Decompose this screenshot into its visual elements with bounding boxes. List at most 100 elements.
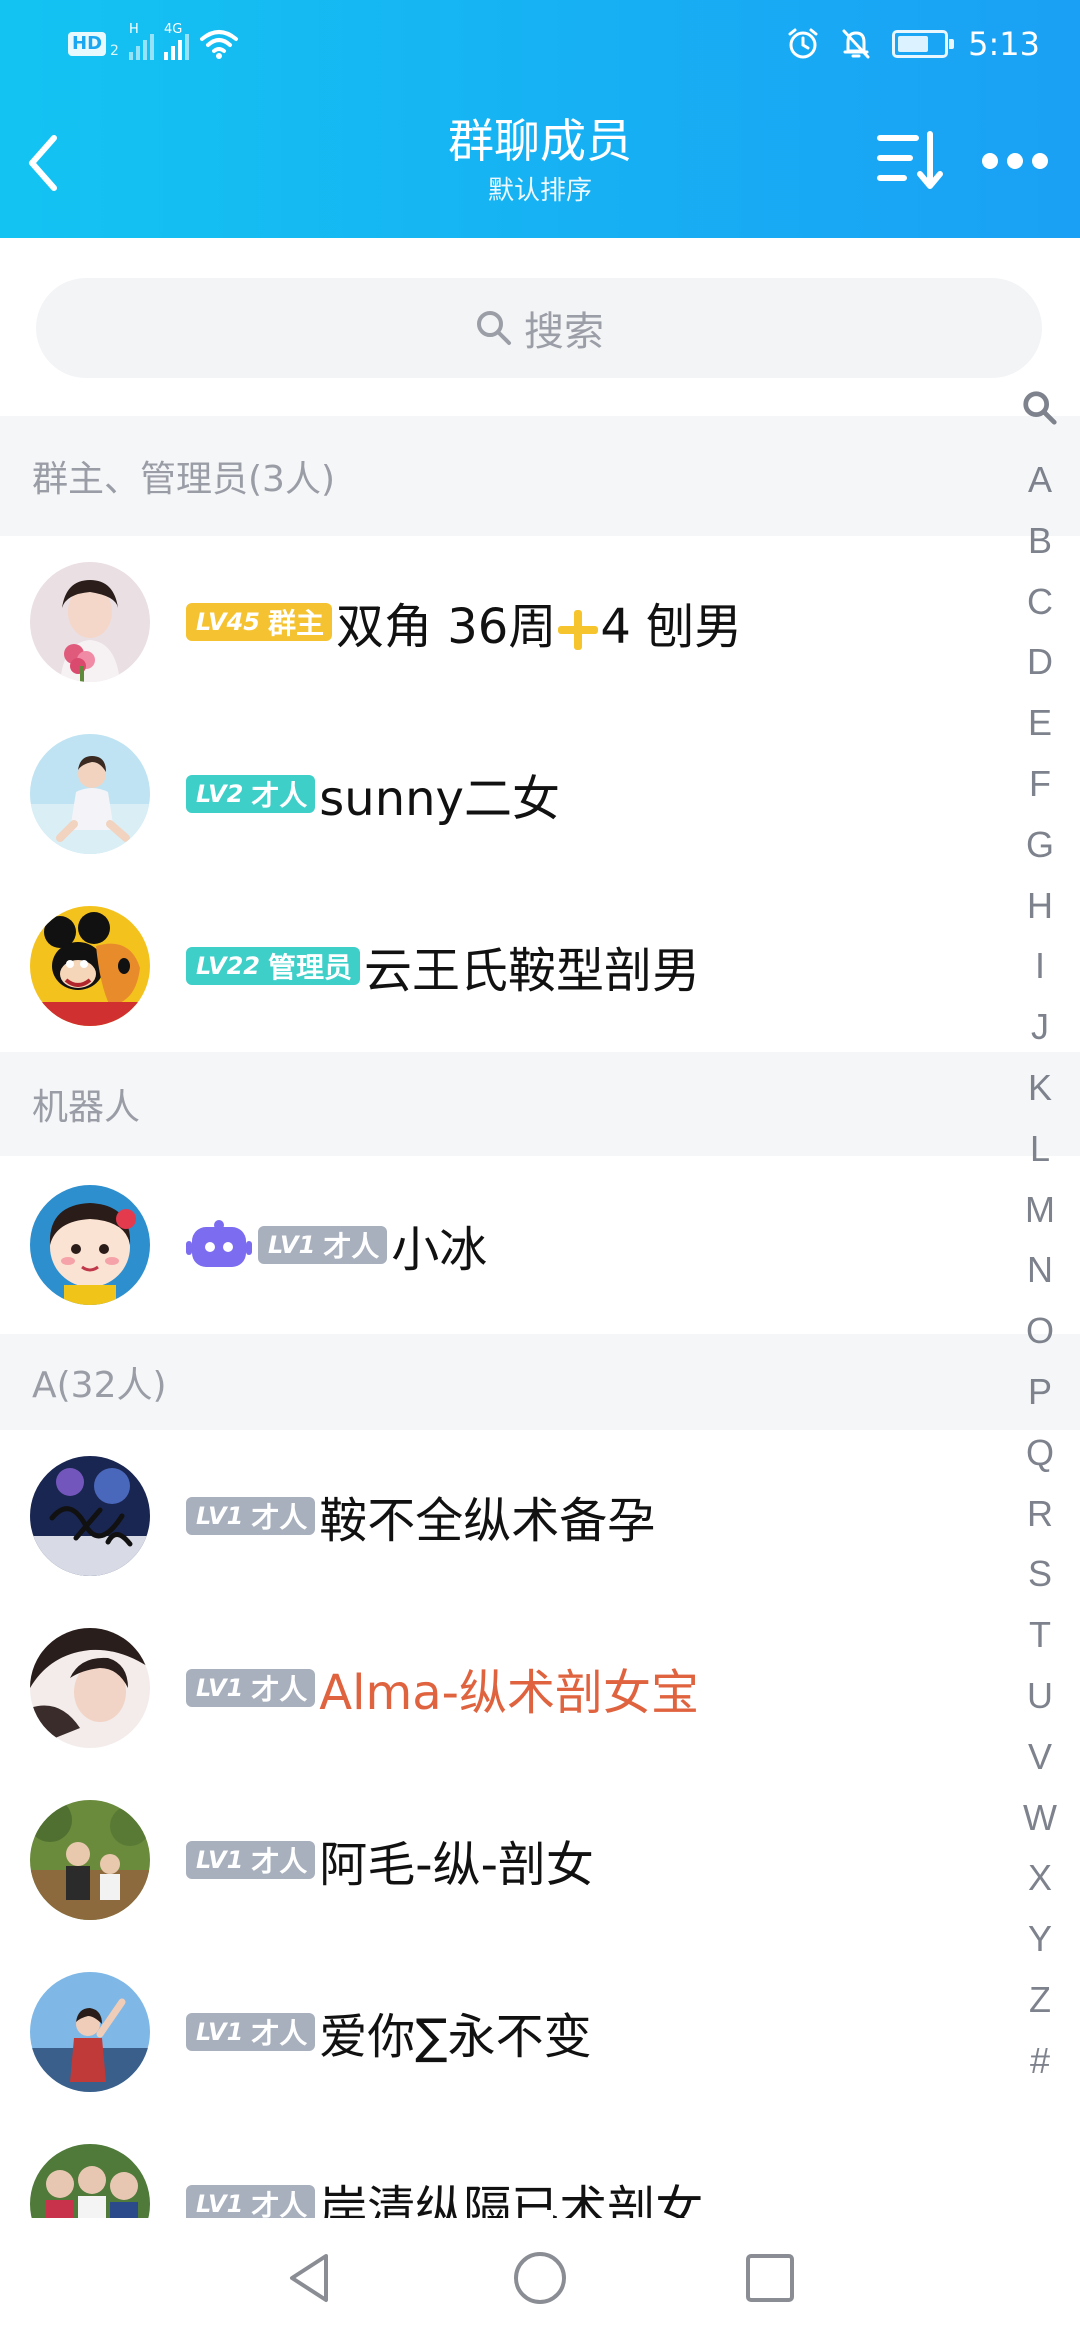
member-info: LV1 才人 Alma-纵术剖女宝 xyxy=(186,1648,699,1728)
role-label: 才人 xyxy=(251,2017,308,2050)
robot-icon xyxy=(186,1220,252,1267)
index-search-icon[interactable] xyxy=(1021,378,1059,438)
index-letter[interactable]: E xyxy=(1028,693,1052,754)
index-letter[interactable]: U xyxy=(1027,1666,1053,1727)
member-name-part-b: 4 刨男 xyxy=(600,599,743,655)
level-label: LV1 xyxy=(196,2018,244,2046)
member-info: LV1 才人 鞍不全纵术备孕 xyxy=(186,1476,655,1556)
index-letter[interactable]: D xyxy=(1027,632,1053,693)
index-letter[interactable]: Z xyxy=(1029,1970,1051,2031)
nav-back-icon[interactable] xyxy=(280,2248,340,2308)
index-letter[interactable]: L xyxy=(1030,1119,1050,1180)
member-info: LV45 群主 双角 36周 4 刨男 xyxy=(186,582,742,662)
avatar xyxy=(30,1456,150,1576)
member-row[interactable]: LV1 才人 Alma-纵术剖女宝 xyxy=(0,1602,1080,1774)
wifi-icon xyxy=(199,30,238,59)
member-row[interactable]: LV1 才人 阿毛-纵-剖女 xyxy=(0,1774,1080,1946)
section-header-robots: 机器人 xyxy=(0,1052,1080,1156)
index-letter[interactable]: T xyxy=(1029,1605,1051,1666)
mute-bell-icon xyxy=(842,29,870,59)
status-right: 5:13 xyxy=(786,20,1040,68)
hd-icon: HD xyxy=(68,32,107,56)
header-bar: HD 2 H 4G 5:13 群聊成员 默认排序 xyxy=(0,0,1080,238)
avatar xyxy=(30,1972,150,2092)
member-info: LV2 才人 sunny二女 xyxy=(186,754,560,834)
alarm-icon xyxy=(788,28,818,59)
member-info: LV22 管理员 云王氏鞍型剖男 xyxy=(186,926,700,1006)
status-left: HD 2 H 4G xyxy=(68,22,239,66)
member-name-part-a: 双角 36周 xyxy=(335,599,557,655)
index-letter[interactable]: X xyxy=(1028,1848,1052,1909)
role-label: 群主 xyxy=(267,607,324,640)
nav-home-icon[interactable] xyxy=(510,2248,570,2308)
member-row[interactable]: LV2 才人 sunny二女 xyxy=(0,708,1080,880)
index-letter[interactable]: A xyxy=(1028,450,1052,511)
member-name: 阿毛-纵-剖女 xyxy=(319,1837,594,1893)
member-name: Alma-纵术剖女宝 xyxy=(319,1665,699,1721)
member-info: LV1 才人 爱你∑永不变 xyxy=(186,1992,592,2072)
index-letter[interactable]: N xyxy=(1027,1240,1053,1301)
index-letter[interactable]: C xyxy=(1027,572,1053,633)
level-label: LV2 xyxy=(196,780,244,808)
member-row[interactable]: LV1 才人 小冰 xyxy=(0,1156,1080,1334)
status-bar: HD 2 H 4G 5:13 xyxy=(0,0,1080,90)
level-label: LV1 xyxy=(268,1231,316,1259)
level-badge: LV2 才人 xyxy=(186,775,316,813)
index-letter[interactable]: J xyxy=(1031,997,1049,1058)
member-row[interactable]: LV45 群主 双角 36周 4 刨男 xyxy=(0,536,1080,708)
index-letter[interactable]: Y xyxy=(1028,1909,1052,1970)
index-letter[interactable]: P xyxy=(1028,1362,1052,1423)
search-placeholder: 搜索 xyxy=(524,309,604,355)
member-row[interactable]: LV1 才人 鞍不全纵术备孕 xyxy=(0,1430,1080,1602)
index-letter[interactable]: Q xyxy=(1026,1423,1054,1484)
level-label: LV1 xyxy=(196,2190,244,2218)
level-badge: LV1 才人 xyxy=(186,1497,316,1535)
role-label: 才人 xyxy=(251,779,308,812)
network-type-4g: 4G xyxy=(163,22,183,37)
index-letter[interactable]: S xyxy=(1028,1544,1052,1605)
signal-2-icon: 4G xyxy=(163,22,189,60)
role-label: 才人 xyxy=(251,1845,308,1878)
search-input[interactable]: 搜索 xyxy=(36,278,1042,378)
member-row[interactable]: LV22 管理员 云王氏鞍型剖男 xyxy=(0,880,1080,1052)
index-letter[interactable]: G xyxy=(1026,815,1054,876)
index-letter[interactable]: I xyxy=(1035,936,1045,997)
member-name: 小冰 xyxy=(391,1222,488,1278)
section-header-admins: 群主、管理员(3人) xyxy=(0,416,1080,536)
index-letter[interactable]: H xyxy=(1027,876,1053,937)
level-label: LV1 xyxy=(196,1846,244,1874)
level-badge: LV1 才人 xyxy=(258,1226,388,1264)
avatar xyxy=(30,1800,150,1920)
role-label: 才人 xyxy=(251,1501,308,1534)
role-label: 才人 xyxy=(323,1230,380,1263)
index-letter[interactable]: O xyxy=(1026,1301,1054,1362)
more-dots-icon[interactable] xyxy=(978,146,1052,176)
avatar xyxy=(30,906,150,1026)
member-row[interactable]: LV1 才人 爱你∑永不变 xyxy=(0,1946,1080,2118)
nav-recents-icon[interactable] xyxy=(740,2248,800,2308)
level-badge: LV1 才人 xyxy=(186,1841,316,1879)
index-letter[interactable]: # xyxy=(1030,2031,1050,2092)
level-badge: LV45 群主 xyxy=(186,603,332,641)
avatar xyxy=(30,562,150,682)
index-letter[interactable]: V xyxy=(1028,1727,1052,1788)
level-label: LV22 xyxy=(196,952,260,980)
hd-sub-label: 2 xyxy=(110,43,119,59)
plus-emoji-icon xyxy=(558,610,599,650)
alphabet-index-bar[interactable]: A B C D E F G H I J K L M N O P Q R S T … xyxy=(1012,378,1068,2092)
index-letter[interactable]: B xyxy=(1028,511,1052,572)
index-letter[interactable]: R xyxy=(1027,1484,1053,1545)
search-icon xyxy=(477,311,511,345)
level-label: LV1 xyxy=(196,1674,244,1702)
index-letter[interactable]: W xyxy=(1023,1788,1057,1849)
index-letter[interactable]: K xyxy=(1028,1058,1052,1119)
level-badge: LV22 管理员 xyxy=(186,947,360,985)
member-info: LV1 才人 小冰 xyxy=(186,1205,487,1285)
section-header-a: A(32人) xyxy=(0,1334,1080,1430)
member-name: 双角 36周 4 刨男 xyxy=(336,587,742,657)
index-letter[interactable]: M xyxy=(1025,1180,1055,1241)
index-letter[interactable]: F xyxy=(1029,754,1051,815)
sort-icon[interactable] xyxy=(876,128,948,194)
search-area: 搜索 xyxy=(0,238,1080,416)
level-label: LV1 xyxy=(196,1502,244,1530)
